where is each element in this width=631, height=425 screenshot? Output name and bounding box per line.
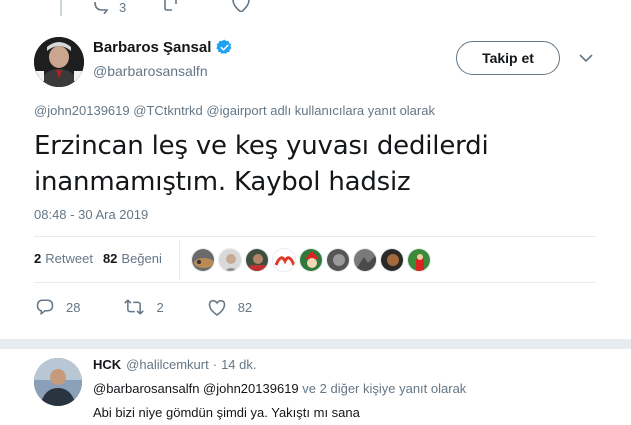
divider	[34, 282, 596, 283]
reply-handle[interactable]: @halilcemkurt	[126, 357, 209, 372]
tweet-stats: 2 Retweet 82 Beğeni	[34, 251, 172, 266]
liker-avatar[interactable]	[326, 248, 350, 272]
verified-badge-icon	[216, 39, 232, 54]
reply-context-suffix: ve 2 diğer kişiye yanıt olarak	[302, 381, 467, 396]
reply-time[interactable]: 14 dk.	[221, 357, 256, 372]
retweet-icon	[124, 299, 145, 315]
prev-reply-count: 3	[119, 0, 127, 15]
author-handle[interactable]: @barbarosansalfn	[93, 63, 208, 79]
follow-button[interactable]: Takip et	[456, 41, 560, 75]
display-name[interactable]: Barbaros Şansal	[93, 39, 211, 56]
retweet-icon	[164, 0, 178, 11]
liker-avatar[interactable]	[218, 248, 242, 272]
prev-retweet-button[interactable]	[162, 0, 182, 12]
liker-avatar[interactable]	[299, 248, 323, 272]
tweet-actions: 28 2 82	[36, 298, 296, 316]
liker-avatar[interactable]	[191, 248, 215, 272]
tweet-timestamp[interactable]: 08:48 - 30 Ara 2019	[34, 207, 148, 222]
reply-button[interactable]: 28	[36, 298, 80, 316]
prev-tweet-actions: 3	[93, 0, 251, 15]
divider	[34, 236, 596, 237]
reply-context: @john20139619 @TCtkntrkd @igairport adlı…	[34, 103, 435, 118]
liker-avatar[interactable]	[245, 248, 269, 272]
mention-link[interactable]: @TCtkntrkd	[133, 103, 203, 118]
retweet-count: 2	[156, 299, 164, 315]
likers-avatars	[191, 248, 431, 272]
reply-context-suffix: adlı kullanıcılara yanıt olarak	[270, 103, 435, 118]
tweet-separator	[0, 339, 631, 349]
retweet-stat[interactable]: 2 Retweet	[34, 251, 93, 266]
reply-avatar-image	[34, 358, 82, 406]
reply-text: Abi bizi niye gömdün şimdi ya. Yakıştı m…	[93, 405, 360, 420]
reply-avatar[interactable]	[34, 358, 82, 406]
liker-avatar[interactable]	[407, 248, 431, 272]
reply-dot: ·	[212, 357, 218, 372]
author-name-row: Barbaros Şansal	[93, 39, 233, 56]
avatar[interactable]	[34, 37, 84, 87]
thread-connector-line	[60, 0, 62, 16]
chevron-down-icon[interactable]	[578, 52, 594, 64]
liker-avatar[interactable]	[380, 248, 404, 272]
mention-link[interactable]: @igairport	[206, 103, 266, 118]
like-stat-label: Beğeni	[121, 251, 162, 266]
like-stat[interactable]: 82 Beğeni	[103, 251, 162, 266]
heart-icon	[232, 0, 251, 12]
like-stat-count: 82	[102, 251, 118, 266]
retweet-button[interactable]: 2	[124, 298, 164, 316]
mention-link[interactable]: @john20139619	[34, 103, 130, 118]
reply-mention-links[interactable]: @barbarosansalfn @john20139619	[93, 381, 299, 396]
reply-context: @barbarosansalfn @john20139619 ve 2 diğe…	[93, 381, 466, 396]
avatar-image	[34, 37, 84, 87]
reply-icon	[36, 299, 54, 316]
tweet-text-line: Erzincan leş ve keş yuvası dedilerdi	[34, 131, 489, 161]
heart-icon	[208, 299, 225, 316]
reply-icon	[94, 1, 109, 14]
retweet-stat-label: Retweet	[45, 251, 93, 266]
like-button[interactable]: 82	[208, 299, 252, 316]
tweet-text-line: inanmamıştım. Kaybol hadsiz	[34, 167, 411, 197]
retweet-stat-count: 2	[34, 251, 42, 266]
liker-avatar[interactable]	[272, 248, 296, 272]
reply-display-name[interactable]: HCK	[93, 357, 121, 372]
prev-like-button[interactable]	[232, 0, 251, 12]
prev-reply-button[interactable]: 3	[93, 0, 126, 15]
reply-header: HCK @halilcemkurt · 14 dk.	[93, 357, 257, 372]
tweet-text: Erzincan leş ve keş yuvası dedilerdi ina…	[34, 128, 594, 200]
stats-separator	[179, 240, 180, 280]
liker-avatar[interactable]	[353, 248, 377, 272]
reply-count: 28	[66, 299, 81, 315]
like-count: 82	[237, 299, 253, 315]
